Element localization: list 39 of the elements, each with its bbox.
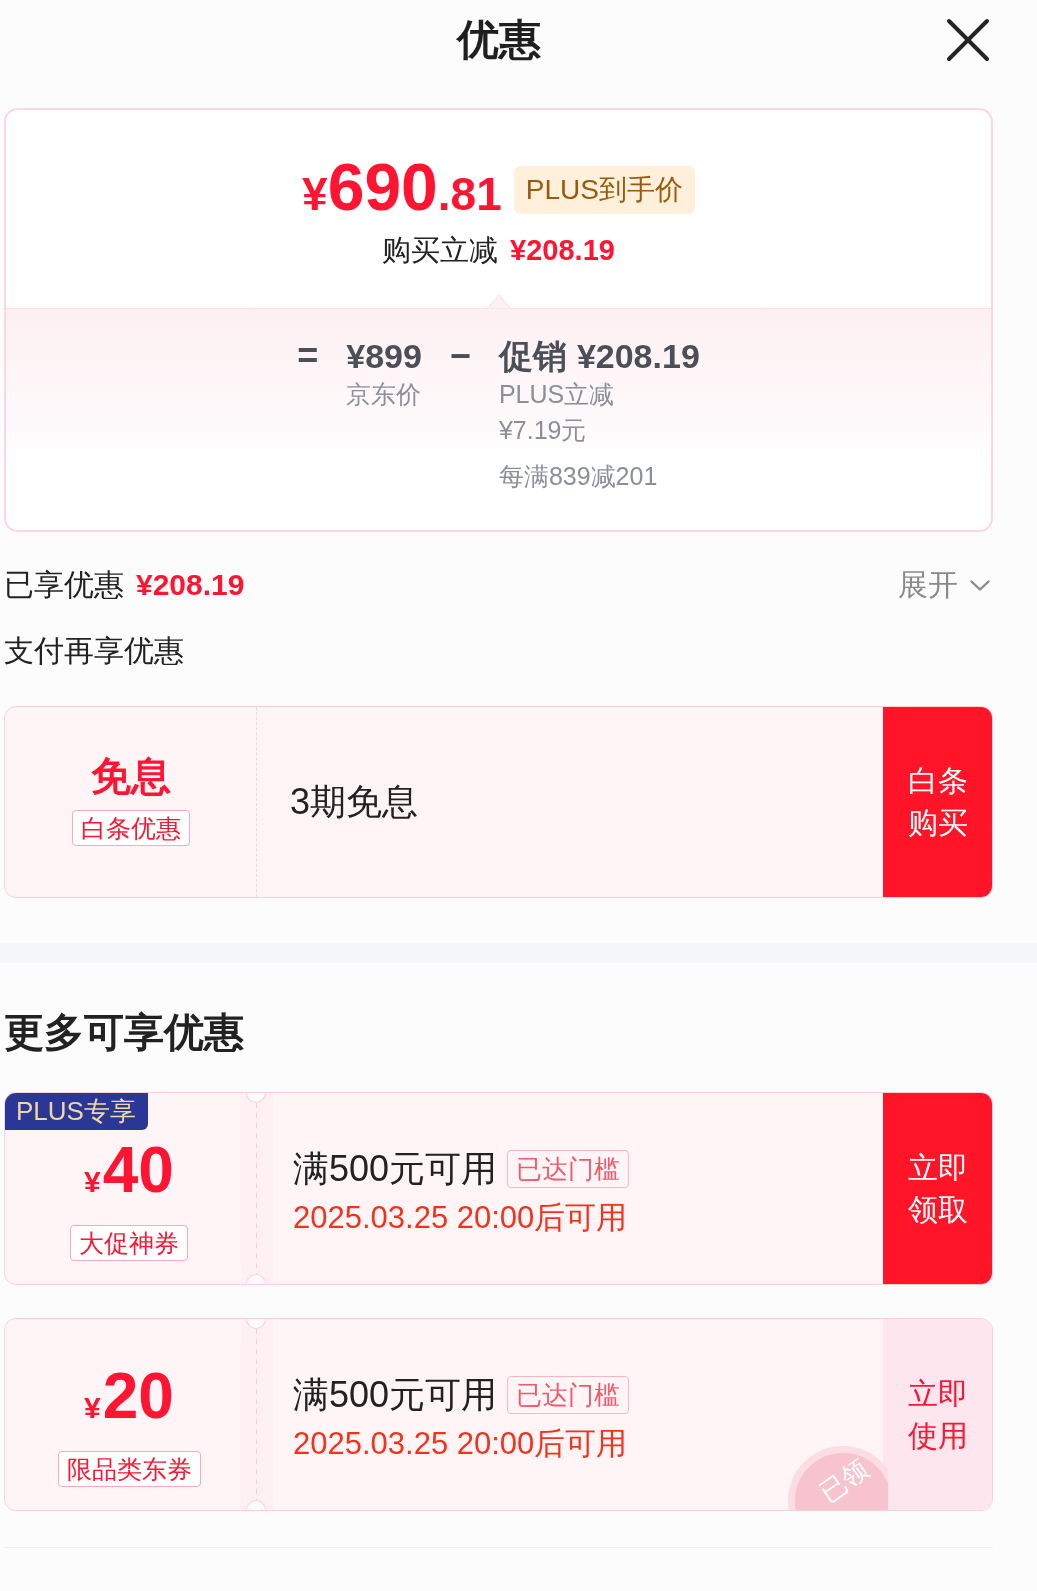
coupon-tag: 限品类东券 — [57, 1451, 201, 1487]
plus-price-badge: PLUS到手价 — [513, 166, 695, 214]
saving-amount: ¥208.19 — [510, 233, 615, 268]
final-price: ¥690.81 — [302, 150, 502, 226]
enjoyed-amount: ¥208.19 — [136, 567, 245, 602]
coupon-amount: ¥20 — [84, 1361, 174, 1434]
plus-exclusive-tag: PLUS专享 — [5, 1093, 148, 1130]
section-heading: 支付再享优惠 — [4, 633, 184, 669]
expand-toggle[interactable]: 展开 — [898, 564, 990, 606]
close-icon — [946, 18, 990, 62]
promo-detail: ¥7.19元 — [498, 415, 588, 446]
coupon-tag: 大促神券 — [70, 1225, 188, 1261]
base-price: ¥899 — [346, 336, 422, 376]
section-title: 更多可享优惠 — [4, 1009, 244, 1056]
promo-detail: PLUS立减 — [498, 379, 615, 410]
minus-sign: − — [449, 336, 471, 376]
promo-amount: ¥208.19 — [576, 336, 700, 376]
claim-button[interactable]: 立即领取 — [883, 1093, 992, 1284]
promo-detail: 每满839减201 — [498, 461, 658, 492]
sheet-title: 优惠 — [456, 15, 541, 65]
close-button[interactable] — [946, 18, 990, 62]
threshold-badge: 已达门槛 — [507, 1150, 630, 1188]
base-price-label: 京东价 — [346, 379, 422, 410]
threshold-badge: 已达门槛 — [507, 1376, 630, 1414]
claimed-stamp: 已领 — [788, 1446, 888, 1510]
coupon-condition: 满500元可用 — [293, 1372, 498, 1417]
offer-description: 3期免息 — [290, 779, 419, 824]
offer-headline: 免息 — [90, 753, 171, 800]
promo-label: 促销 — [498, 336, 567, 376]
equals-sign: = — [297, 336, 319, 376]
coupon-valid-time: 2025.03.25 20:00后可用 — [293, 1425, 628, 1463]
buy-button[interactable]: 白条购买 — [883, 707, 992, 897]
coupon-valid-time: 2025.03.25 20:00后可用 — [293, 1199, 628, 1237]
offer-tag: 白条优惠 — [71, 810, 190, 846]
coupon-condition: 满500元可用 — [293, 1146, 498, 1191]
use-button[interactable]: 立即使用 — [883, 1319, 992, 1510]
coupon-amount: ¥40 — [84, 1135, 174, 1208]
saving-label: 购买立减 — [382, 233, 499, 268]
enjoyed-label: 已享优惠 — [4, 566, 124, 603]
